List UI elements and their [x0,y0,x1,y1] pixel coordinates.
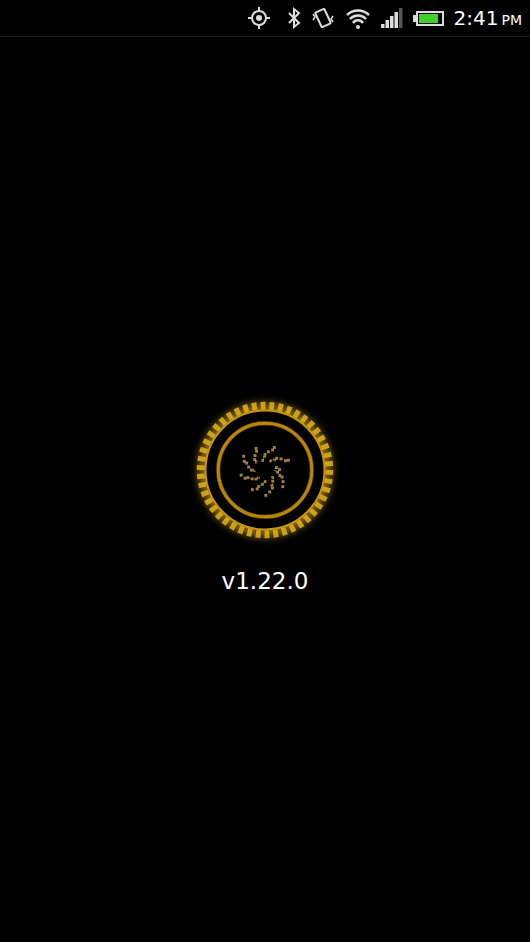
clock-time: 2:41 [454,6,499,30]
app-logo-icon [187,392,343,548]
version-label: v1.22.0 [222,568,309,594]
clock-ampm: PM [501,12,522,28]
signal-icon [380,6,404,30]
status-bar: 2:41PM [0,0,530,37]
vibrate-icon [310,6,336,30]
bluetooth-icon [281,6,301,30]
splash: v1.22.0 [0,37,530,942]
wifi-icon [345,6,371,30]
clock: 2:41PM [454,6,522,30]
gps-icon [246,6,272,30]
battery-fill [419,14,439,23]
battery-icon [413,10,445,27]
